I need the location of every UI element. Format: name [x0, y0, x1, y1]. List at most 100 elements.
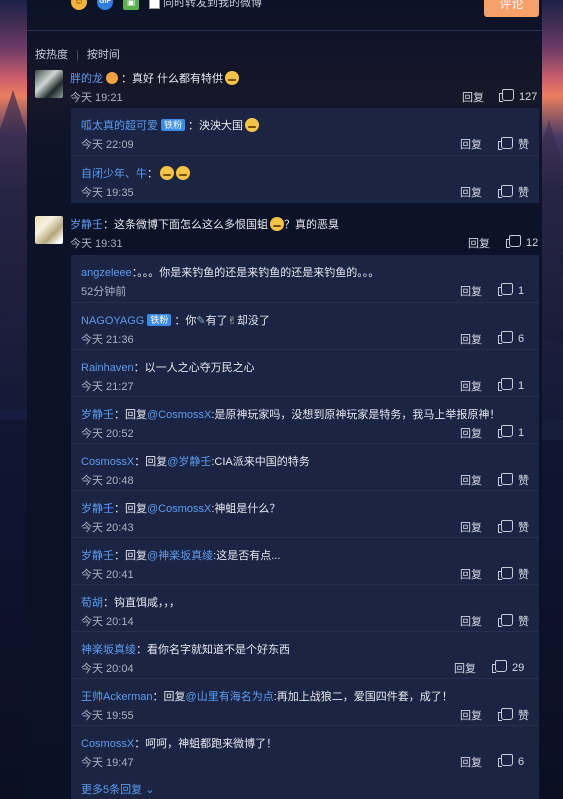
fan-tag: 铁粉 [147, 314, 172, 326]
thumbs-up-icon [498, 185, 513, 198]
mention-link[interactable]: @山里有海名为点 [186, 691, 274, 703]
comment-username[interactable]: 岁静壬 [70, 219, 103, 231]
emoji-icon [176, 166, 190, 180]
forward-checkbox-row[interactable]: 同时转发到我的微博 [149, 0, 262, 10]
reply-username[interactable]: 荀胡 [81, 597, 103, 609]
like-button[interactable]: 12 [506, 235, 538, 249]
comment-username[interactable]: 胖的龙 [70, 73, 103, 85]
fan-tag: 铁粉 [161, 119, 186, 131]
thumbs-up-icon [499, 89, 514, 102]
thumbs-up-icon [498, 283, 513, 296]
thumbs-up-icon [498, 567, 513, 580]
like-button[interactable]: 6 [498, 754, 524, 768]
thumbs-up-icon [506, 235, 521, 248]
like-button[interactable]: 赞 [498, 707, 529, 723]
emoji-icon [160, 166, 174, 180]
reply-item: angzeleee：。。。你是来钓鱼的还是来钓鱼的还是来钓鱼的。。。 52分钟前… [81, 267, 525, 299]
reply-button[interactable]: 回复 [460, 425, 482, 441]
emoji-icon [245, 118, 260, 132]
chevron-down-icon: ⌄ [145, 784, 155, 796]
reply-username[interactable]: CosmossX [81, 738, 134, 750]
reply-item: CosmossX：回复@岁静壬:CIA派来中国的特务 今天 20:48 回复 赞 [71, 443, 539, 491]
reply-button[interactable]: 回复 [460, 566, 482, 582]
thumbs-up-icon [498, 520, 513, 533]
reply-button[interactable]: 回复 [460, 472, 482, 488]
reply-button[interactable]: 回复 [460, 136, 482, 152]
reply-username[interactable]: 自闭少年、牛 [81, 168, 147, 180]
reply-item: 自闭少年、牛： 今天 19:35 回复 赞 [71, 155, 539, 203]
reply-username[interactable]: 王帅Ackerman [81, 691, 153, 703]
image-icon[interactable]: ▣ [123, 0, 139, 10]
reply-username[interactable]: 神楽坂真绫 [81, 644, 136, 656]
reply-button[interactable]: 回复 [468, 235, 490, 251]
reply-item: 岁静壬：回复@CosmossX:神蛆是什么？ 今天 20:43 回复 赞 [71, 490, 539, 538]
thumbs-up-icon [498, 137, 513, 150]
reply-button[interactable]: 回复 [460, 331, 482, 347]
reply-username[interactable]: CosmossX [81, 456, 134, 468]
mention-link[interactable]: @CosmossX [147, 503, 211, 515]
comment-time: 今天 19:31 [70, 238, 123, 250]
like-button[interactable]: 赞 [498, 566, 529, 582]
reply-username[interactable]: Rainhaven [81, 362, 134, 374]
reply-item: 呱太真的超可爱 铁粉 ：泱泱大国 今天 22:09 回复 赞 [81, 118, 529, 152]
reply-thread: angzeleee：。。。你是来钓鱼的还是来钓鱼的还是来钓鱼的。。。 52分钟前… [71, 255, 539, 799]
like-button[interactable]: 1 [498, 425, 524, 439]
comment-time: 今天 19:21 [70, 92, 123, 104]
reply-button[interactable]: 回复 [460, 754, 482, 770]
reply-button[interactable]: 回复 [460, 184, 482, 200]
reply-username[interactable]: angzeleee [81, 267, 132, 279]
reply-button[interactable]: 回复 [460, 283, 482, 299]
emoji-icon [225, 71, 240, 85]
like-button[interactable]: 29 [492, 660, 524, 674]
reply-button[interactable]: 回复 [462, 89, 484, 105]
comment-text: 岁静壬：这条微博下面怎么这么多恨国蛆 ？真的恶臭 [70, 217, 339, 231]
like-button[interactable]: 赞 [498, 136, 529, 152]
like-button[interactable]: 1 [498, 378, 524, 392]
reply-username[interactable]: 岁静壬 [81, 409, 114, 421]
thumbs-up-icon [498, 614, 513, 627]
reply-item: 岁静壬：回复@神楽坂真绫:这是否有点... 今天 20:41 回复 赞 [71, 537, 539, 585]
reply-username[interactable]: 岁静壬 [81, 503, 114, 515]
gif-icon[interactable]: GIF [97, 0, 113, 10]
like-button[interactable]: 6 [498, 331, 524, 345]
like-button[interactable]: 赞 [498, 519, 529, 535]
comment-panel: ☺ GIF ▣ 同时转发到我的微博 评论 按热度 | 按时间 胖的龙 ：真好 什么都有… [27, 0, 542, 799]
reply-thread: 呱太真的超可爱 铁粉 ：泱泱大国 今天 22:09 回复 赞 自闭少年、牛： 今天 … [71, 108, 539, 203]
reply-username[interactable]: 岁静壬 [81, 550, 114, 562]
reply-button[interactable]: 回复 [460, 519, 482, 535]
submit-comment-button[interactable]: 评论 [484, 0, 539, 17]
sort-by-time[interactable]: 按时间 [87, 49, 120, 61]
comment-composer-toolbar: ☺ GIF ▣ 同时转发到我的微博 评论 [27, 0, 542, 31]
forward-checkbox[interactable] [149, 0, 160, 9]
thumbs-up-icon [492, 660, 507, 673]
like-button[interactable]: 127 [499, 89, 537, 103]
forward-label: 同时转发到我的微博 [163, 0, 262, 9]
emoji-icon[interactable]: ☺ [71, 0, 87, 10]
user-badge-icon [106, 72, 118, 84]
reply-username[interactable]: 呱太真的超可爱 [81, 120, 158, 132]
emoji-icon [270, 217, 284, 231]
thumbs-up-icon [498, 425, 513, 438]
avatar[interactable] [35, 216, 63, 244]
thumbs-up-icon [498, 754, 513, 767]
like-button[interactable]: 赞 [498, 613, 529, 629]
reply-button[interactable]: 回复 [460, 613, 482, 629]
reply-item: 岁静壬：回复@CosmossX:是原神玩家吗，没想到原神玩家是特务，我马上举报原… [71, 396, 539, 444]
reply-item: CosmossX：呵呵，神蛆都跑来微博了！ 今天 19:47 回复 6 [71, 725, 539, 773]
reply-button[interactable]: 回复 [460, 707, 482, 723]
mention-link[interactable]: @神楽坂真绫 [147, 550, 213, 562]
sort-by-hot[interactable]: 按热度 [35, 49, 68, 61]
reply-username[interactable]: NAGOYAGG [81, 315, 144, 327]
like-button[interactable]: 赞 [498, 472, 529, 488]
thumbs-up-icon [498, 331, 513, 344]
more-replies-link[interactable]: 更多5条回复 ⌄ [81, 781, 154, 797]
comment-text: 胖的龙 ：真好 什么都有特供 [70, 70, 240, 86]
mention-link[interactable]: @岁静壬 [167, 456, 211, 468]
reply-button[interactable]: 回复 [454, 660, 476, 676]
mention-link[interactable]: @CosmossX [147, 409, 211, 421]
lollipop-emoji-icon: ✎ [196, 315, 206, 327]
like-button[interactable]: 赞 [498, 184, 529, 200]
avatar[interactable] [35, 70, 63, 98]
reply-button[interactable]: 回复 [460, 378, 482, 394]
like-button[interactable]: 1 [498, 283, 524, 297]
